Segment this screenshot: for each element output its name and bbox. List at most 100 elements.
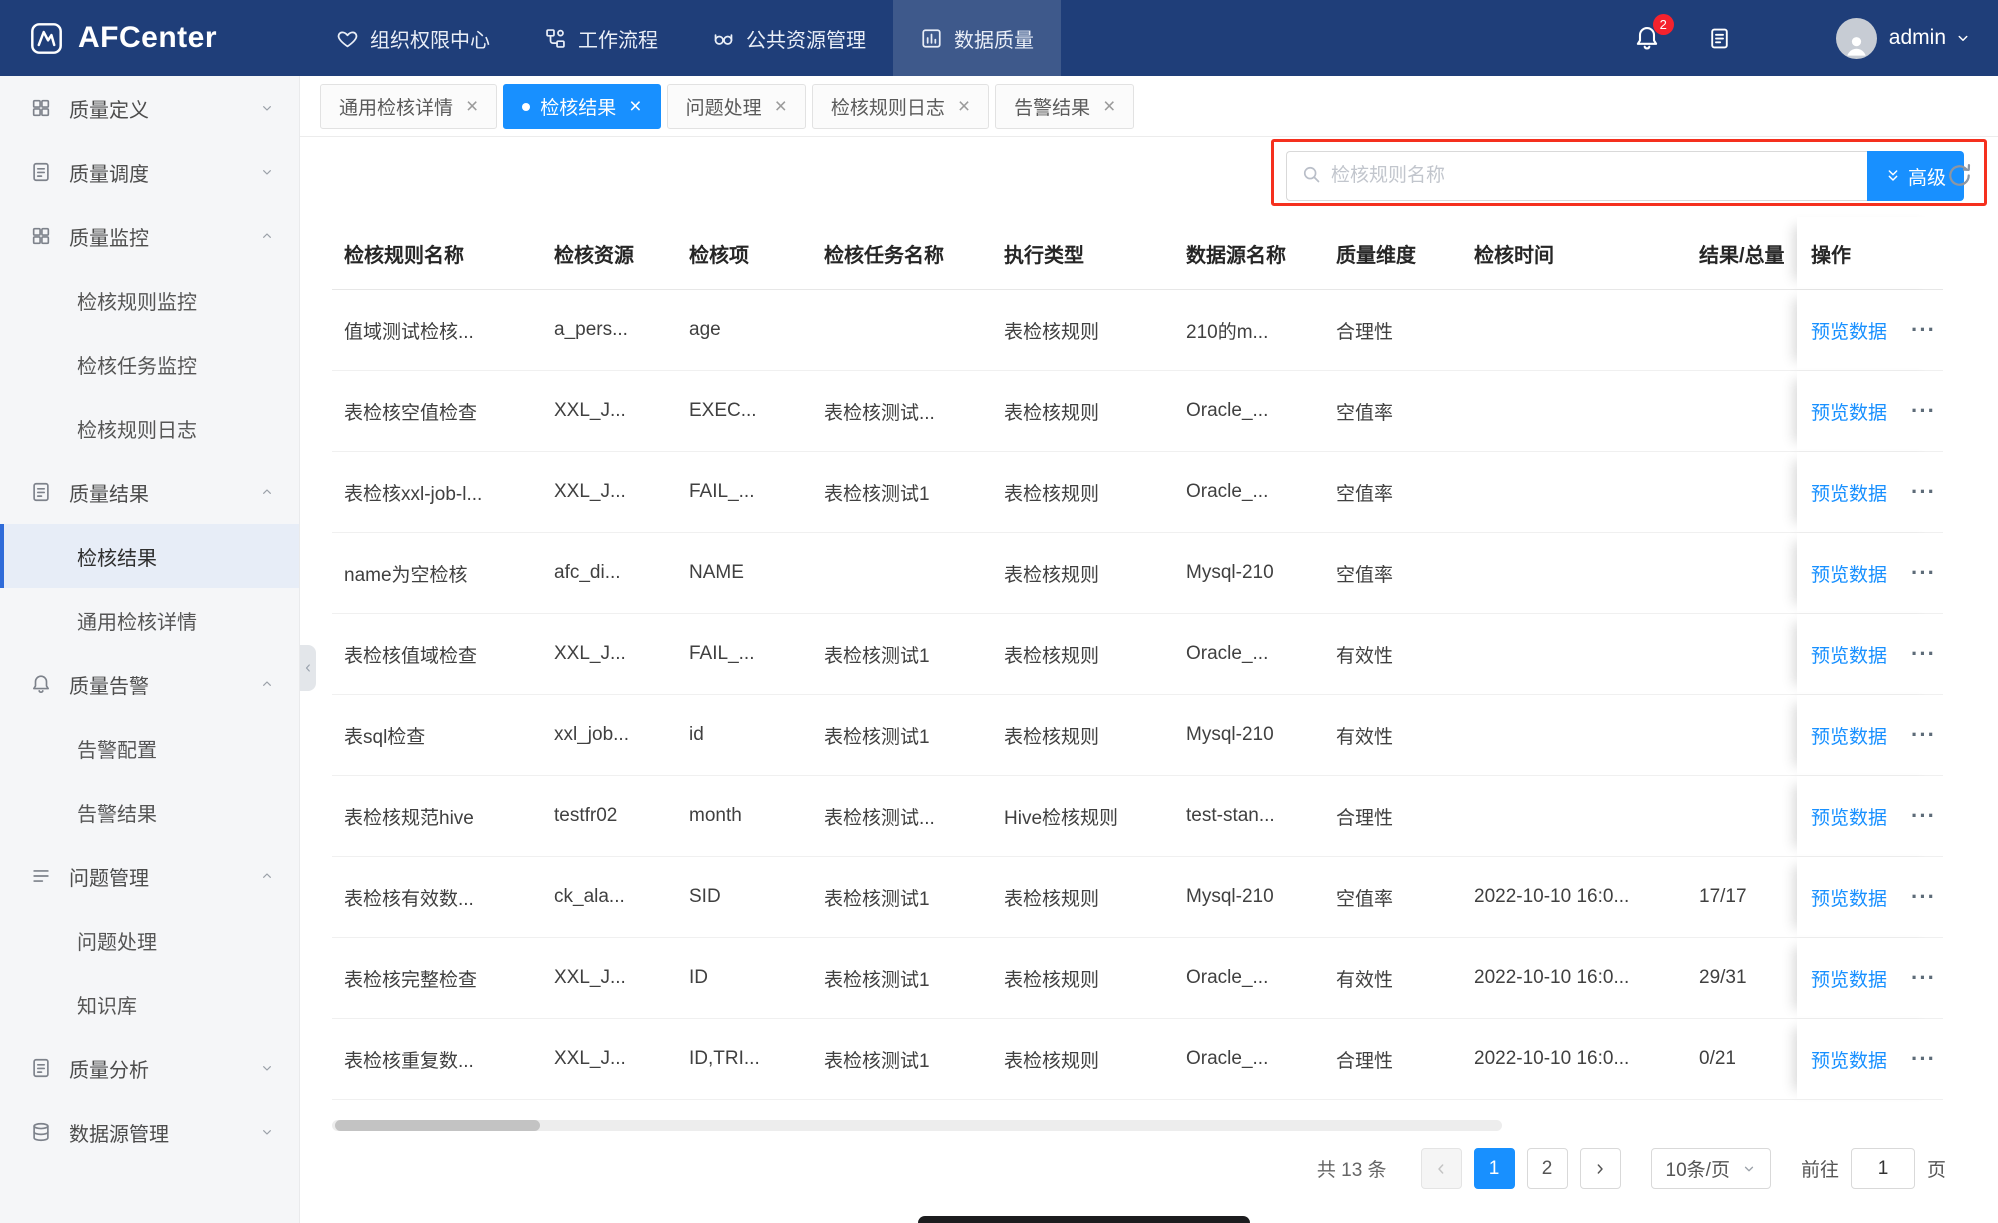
sidebar-group-1[interactable]: 质量调度	[0, 140, 299, 204]
page-button-1[interactable]: 1	[1473, 1148, 1515, 1189]
tab-4[interactable]: 告警结果 ×	[995, 84, 1135, 129]
tab-close-icon[interactable]: ×	[629, 96, 641, 117]
page-button-2[interactable]: 2	[1526, 1148, 1568, 1189]
tab-label: 告警结果	[1014, 98, 1091, 119]
sidebar-item-5-0[interactable]: 问题处理	[0, 908, 299, 972]
preview-data-link[interactable]: 预览数据	[1811, 803, 1887, 830]
more-actions-button[interactable]: ···	[1911, 722, 1936, 748]
nav-label: 工作流程	[578, 29, 659, 52]
sidebar-group-7[interactable]: 数据源管理	[0, 1100, 299, 1164]
preview-data-link[interactable]: 预览数据	[1811, 641, 1887, 668]
search-input[interactable]	[1331, 165, 1853, 187]
table-row-5: 表sql检查 xxl_job... id 表检核测试1 表检核规则 Mysql-210 有效…	[332, 695, 1943, 776]
user-menu[interactable]: admin	[1835, 17, 1972, 59]
sidebar-group-label: 质量定义	[69, 99, 149, 122]
log-icon[interactable]	[1707, 26, 1732, 51]
sidebar-group-6[interactable]: 质量分析	[0, 1036, 299, 1100]
table-cell: 表检核测试1	[824, 483, 930, 505]
preview-data-link[interactable]: 预览数据	[1811, 1046, 1887, 1073]
table-cell: testfr02	[554, 805, 618, 826]
tab-close-icon[interactable]: ×	[1103, 96, 1115, 117]
header-actions: 2 admin	[1633, 14, 1998, 59]
tab-1[interactable]: 检核结果 ×	[503, 84, 661, 129]
preview-data-link[interactable]: 预览数据	[1811, 560, 1887, 587]
nav-item-org-permission-center[interactable]: 组织权限中心	[309, 0, 517, 76]
sidebar-item-3-0[interactable]: 检核结果	[0, 524, 299, 588]
tab-close-icon[interactable]: ×	[958, 96, 970, 117]
table-row-9: 表检核重复数... XXL_J... ID,TRI... 表检核测试1 表检核规则 Ora…	[332, 1019, 1943, 1100]
sidebar-group-5[interactable]: 问题管理	[0, 844, 299, 908]
table-cell: 表检核规范hive	[344, 807, 474, 829]
avatar	[1835, 17, 1877, 59]
sidebar-group-4[interactable]: 质量告警	[0, 652, 299, 716]
nav-item-public-resources[interactable]: 公共资源管理	[685, 0, 893, 76]
preview-data-link[interactable]: 预览数据	[1811, 884, 1887, 911]
tab-3[interactable]: 检核规则日志 ×	[811, 84, 990, 129]
next-page-button[interactable]	[1579, 1148, 1621, 1189]
tab-2[interactable]: 问题处理 ×	[666, 84, 806, 129]
more-actions-button[interactable]: ···	[1911, 641, 1936, 667]
table-cell: 表检核空值检查	[344, 402, 478, 424]
tab-close-icon[interactable]: ×	[466, 96, 478, 117]
table-cell: Oracle_...	[1186, 643, 1269, 664]
horizontal-scrollbar[interactable]	[332, 1120, 1502, 1131]
advanced-label: 高级	[1907, 167, 1946, 189]
more-actions-button[interactable]: ···	[1911, 560, 1936, 586]
preview-data-link[interactable]: 预览数据	[1811, 398, 1887, 425]
more-actions-button[interactable]: ···	[1911, 317, 1936, 343]
more-actions-button[interactable]: ···	[1911, 884, 1936, 910]
sidebar-group-3[interactable]: 质量结果	[0, 460, 299, 524]
page-buttons: 12	[1462, 1148, 1568, 1189]
more-actions-button[interactable]: ···	[1911, 398, 1936, 424]
nav-label: 公共资源管理	[746, 29, 867, 52]
refresh-icon[interactable]	[1946, 162, 1973, 189]
column-header-8: 结果/总量	[1699, 244, 1785, 267]
scrollbar-thumb[interactable]	[335, 1120, 540, 1131]
sidebar-item-5-1[interactable]: 知识库	[0, 972, 299, 1036]
goto-unit: 页	[1926, 1160, 1946, 1181]
app-logo[interactable]: AFCenter	[0, 20, 217, 57]
more-actions-button[interactable]: ···	[1911, 965, 1936, 991]
sidebar-item-2-0[interactable]: 检核规则监控	[0, 268, 299, 332]
prev-page-button[interactable]	[1420, 1148, 1462, 1189]
sidebar-item-4-0[interactable]: 告警配置	[0, 716, 299, 780]
nav-item-workflow[interactable]: 工作流程	[517, 0, 685, 76]
more-actions-button[interactable]: ···	[1911, 479, 1936, 505]
sidebar-item-2-2[interactable]: 检核规则日志	[0, 396, 299, 460]
table-cell: 表检核值域检查	[344, 645, 478, 667]
preview-data-link[interactable]: 预览数据	[1811, 479, 1887, 506]
table-cell: Mysql-210	[1186, 562, 1274, 583]
table-cell: 表检核规则	[1004, 645, 1100, 667]
sidebar-item-3-1[interactable]: 通用检核详情	[0, 588, 299, 652]
sidebar-item-2-1[interactable]: 检核任务监控	[0, 332, 299, 396]
goto-page-input[interactable]	[1850, 1148, 1915, 1189]
nav-item-data-quality[interactable]: 数据质量	[893, 0, 1062, 76]
sidebar-group-2[interactable]: 质量监控	[0, 204, 299, 268]
table-cell: 空值率	[1336, 402, 1394, 424]
table-cell: XXL_J...	[554, 1048, 626, 1069]
row-actions: 预览数据 ···	[1797, 371, 1943, 451]
preview-data-link[interactable]: 预览数据	[1811, 722, 1887, 749]
tab-close-icon[interactable]: ×	[775, 96, 787, 117]
sidebar-group-0[interactable]: 质量定义	[0, 76, 299, 140]
sidebar-group-label: 质量分析	[69, 1059, 149, 1082]
preview-data-link[interactable]: 预览数据	[1811, 317, 1887, 344]
more-actions-button[interactable]: ···	[1911, 803, 1936, 829]
chevron-up-icon	[259, 228, 275, 244]
sidebar-item-4-1[interactable]: 告警结果	[0, 780, 299, 844]
chevron-down-icon	[259, 1060, 275, 1076]
table-cell: Oracle_...	[1186, 1048, 1269, 1069]
column-header-5: 数据源名称	[1186, 244, 1286, 267]
search-icon	[1301, 164, 1321, 189]
more-actions-button[interactable]: ···	[1911, 1046, 1936, 1072]
notifications-button[interactable]: 2	[1633, 14, 1674, 52]
bell-icon	[30, 672, 54, 696]
preview-data-link[interactable]: 预览数据	[1811, 965, 1887, 992]
table-cell: Mysql-210	[1186, 724, 1274, 745]
chevron-up-icon	[259, 484, 275, 500]
tab-0[interactable]: 通用检核详情 ×	[320, 84, 498, 129]
sidebar-collapse-handle[interactable]	[300, 645, 316, 691]
table-cell: 表检核有效数...	[344, 888, 474, 910]
table-cell: 表检核测试...	[824, 402, 935, 424]
page-size-select[interactable]: 10条/页	[1650, 1148, 1771, 1189]
